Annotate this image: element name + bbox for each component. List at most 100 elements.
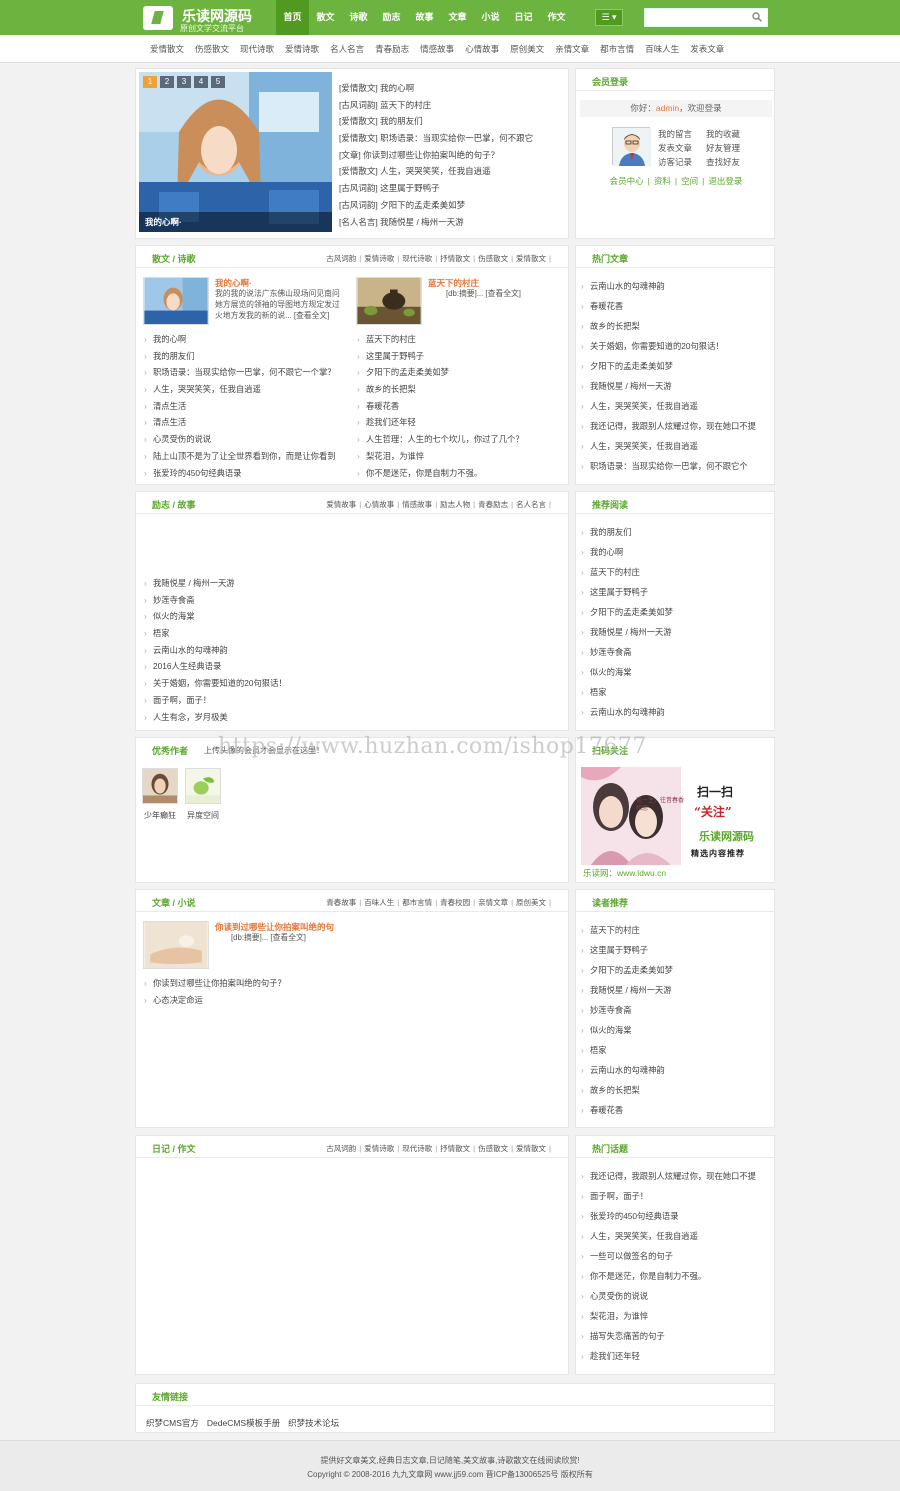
list-item[interactable]: 我随悦星 / 梅州一天游	[581, 622, 771, 642]
list-item[interactable]: 清点生活	[144, 414, 349, 431]
section-tag[interactable]: 青春励志	[478, 500, 508, 509]
scan-promo[interactable]: 这一生，往昔春香相思 扫一扫 “关注” 乐读网源码 精选内容推荐	[581, 767, 764, 865]
section-tag[interactable]: 爱情故事	[326, 500, 356, 509]
list-item[interactable]: 云南山水的勾魂神韵	[144, 642, 444, 659]
section-tag[interactable]: 青春故事	[326, 898, 356, 907]
list-item[interactable]: 我的心啊	[581, 542, 771, 562]
subnav-item[interactable]: 都市言情	[600, 35, 634, 63]
list-item[interactable]: 似火的海棠	[144, 608, 444, 625]
section-tag[interactable]: 励志人物	[440, 500, 470, 509]
list-item[interactable]: 梧家	[581, 1040, 771, 1060]
headline-item[interactable]: [名人名言] 我随悦星 / 梅州一天游	[339, 214, 564, 231]
slider-page-button[interactable]: 3	[177, 76, 191, 88]
section-tag[interactable]: 百味人生	[364, 898, 394, 907]
slider-page-button[interactable]: 4	[194, 76, 208, 88]
list-item[interactable]: 我还记得，我跟别人炫耀过你，现在她口不提	[581, 1166, 771, 1186]
headline-slider[interactable]: 12345 我的心啊·	[139, 72, 332, 232]
subnav-item[interactable]: 情感故事	[420, 35, 454, 63]
subnav-item[interactable]: 爱情散文	[150, 35, 184, 63]
list-item[interactable]: 我还记得，我跟别人炫耀过你，现在她口不提	[581, 416, 771, 436]
headline-item[interactable]: [爱情散文] 职场语录：当现实给你一巴掌，何不跟它	[339, 130, 564, 147]
list-item[interactable]: 关于婚姻，你需要知道的20句狠话！	[581, 336, 771, 356]
author-card[interactable]: 异度空间	[183, 768, 223, 821]
subnav-item[interactable]: 心情故事	[465, 35, 499, 63]
list-item[interactable]: 夕阳下的孟走柔美如梦	[581, 602, 771, 622]
headline-item[interactable]: [爱情散文] 我的心啊	[339, 80, 564, 97]
list-item[interactable]: 你读到过哪些让你拍案叫绝的句子？	[144, 975, 444, 992]
user-link[interactable]: 查找好友	[706, 155, 754, 169]
section-tag[interactable]: 爱情散文	[516, 1144, 546, 1153]
promo-site[interactable]: 乐读网：www.ldwu.cn	[583, 867, 666, 879]
section-tag[interactable]: 心情故事	[364, 500, 394, 509]
headline-item[interactable]: [古风词韵] 蓝天下的村庄	[339, 97, 564, 114]
section-tag[interactable]: 伤感散文	[478, 254, 508, 263]
list-item[interactable]: 面子啊，面子！	[144, 692, 444, 709]
menu-button[interactable]: ☰ ▾	[595, 9, 623, 26]
friend-link[interactable]: 织梦CMS官方	[146, 1418, 199, 1428]
user-center-link[interactable]: 会员中心	[610, 176, 644, 186]
user-center-link[interactable]: 资料	[654, 176, 671, 186]
author-name[interactable]: 少年癫狂	[140, 810, 180, 821]
search-icon[interactable]	[752, 12, 762, 22]
list-item[interactable]: 这里属于野鸭子	[357, 348, 562, 365]
list-item[interactable]: 趁我们还年轻	[581, 1346, 771, 1366]
user-link[interactable]: 我的收藏	[706, 127, 754, 141]
user-link[interactable]: 访客记录	[658, 155, 706, 169]
subnav-item[interactable]: 伤感散文	[195, 35, 229, 63]
friend-link[interactable]: DedeCMS模板手册	[207, 1418, 280, 1428]
list-item[interactable]: 云南山水的勾魂神韵	[581, 276, 771, 296]
list-item[interactable]: 梧家	[144, 625, 444, 642]
list-item[interactable]: 蓝天下的村庄	[357, 331, 562, 348]
section-tag[interactable]: 爱情诗歌	[364, 1144, 394, 1153]
list-item[interactable]: 人生，哭哭笑笑，任我自逍遥	[581, 436, 771, 456]
section-tag[interactable]: 伤感散文	[478, 1144, 508, 1153]
list-item[interactable]: 梨花泪，为谁悴	[357, 448, 562, 465]
list-item[interactable]: 人生有念，岁月极美	[144, 709, 444, 726]
subnav-item[interactable]: 名人名言	[330, 35, 364, 63]
section-tag[interactable]: 情感故事	[402, 500, 432, 509]
nav-item[interactable]: 作文	[540, 0, 573, 35]
list-item[interactable]: 心灵受伤的说说	[581, 1286, 771, 1306]
list-item[interactable]: 人生，哭哭笑笑，任我自逍遥	[581, 396, 771, 416]
list-item[interactable]: 心态决定命运	[144, 992, 444, 1009]
list-item[interactable]: 故乡的长把梨	[357, 381, 562, 398]
nav-item[interactable]: 日记	[507, 0, 540, 35]
headline-item[interactable]: [古风词韵] 夕阳下的孟走柔美如梦	[339, 197, 564, 214]
nav-item[interactable]: 小说	[474, 0, 507, 35]
nav-item[interactable]: 文章	[441, 0, 474, 35]
nav-item[interactable]: 励志	[375, 0, 408, 35]
feature-item[interactable]: 蓝天下的村庄 [db:摘要]... [查看全文]	[356, 277, 561, 327]
section-tag[interactable]: 青春校园	[440, 898, 470, 907]
user-link[interactable]: 好友管理	[706, 141, 754, 155]
section-tag[interactable]: 现代诗歌	[402, 1144, 432, 1153]
section-tag[interactable]: 古风词韵	[326, 254, 356, 263]
list-item[interactable]: 清点生活	[144, 398, 349, 415]
list-item[interactable]: 职场语录：当现实给你一巴掌，何不跟它一个掌？	[144, 364, 349, 381]
headline-item[interactable]: [古风词韵] 这里属于野鸭子	[339, 180, 564, 197]
list-item[interactable]: 一些可以做签名的句子	[581, 1246, 771, 1266]
list-item[interactable]: 故乡的长把梨	[581, 316, 771, 336]
headline-item[interactable]: [爱情散文] 人生，哭哭笑笑，任我自逍遥	[339, 163, 564, 180]
subnav-item[interactable]: 发表文章	[690, 35, 724, 63]
section-tag[interactable]: 现代诗歌	[402, 254, 432, 263]
section-tag[interactable]: 亲情文章	[478, 898, 508, 907]
list-item[interactable]: 你不是迷茫，你是自制力不强。	[357, 465, 562, 482]
user-center-link[interactable]: 空间	[681, 176, 698, 186]
nav-item[interactable]: 首页	[276, 0, 309, 35]
list-item[interactable]: 夕阳下的孟走柔美如梦	[581, 356, 771, 376]
subnav-item[interactable]: 百味人生	[645, 35, 679, 63]
section-tag[interactable]: 都市言情	[402, 898, 432, 907]
list-item[interactable]: 这里属于野鸭子	[581, 582, 771, 602]
list-item[interactable]: 蓝天下的村庄	[581, 920, 771, 940]
list-item[interactable]: 这里属于野鸭子	[581, 940, 771, 960]
list-item[interactable]: 职场语录：当现实给你一巴掌，何不跟它个	[581, 456, 771, 476]
user-center-link[interactable]: 退出登录	[708, 176, 742, 186]
list-item[interactable]: 我随悦星 / 梅州一天游	[581, 980, 771, 1000]
subnav-item[interactable]: 青春励志	[375, 35, 409, 63]
list-item[interactable]: 春暖花香	[581, 296, 771, 316]
list-item[interactable]: 夕阳下的孟走柔美如梦	[581, 960, 771, 980]
list-item[interactable]: 2016人生经典语录	[144, 658, 444, 675]
list-item[interactable]: 我的朋友们	[581, 522, 771, 542]
subnav-item[interactable]: 现代诗歌	[240, 35, 274, 63]
nav-item[interactable]: 故事	[408, 0, 441, 35]
